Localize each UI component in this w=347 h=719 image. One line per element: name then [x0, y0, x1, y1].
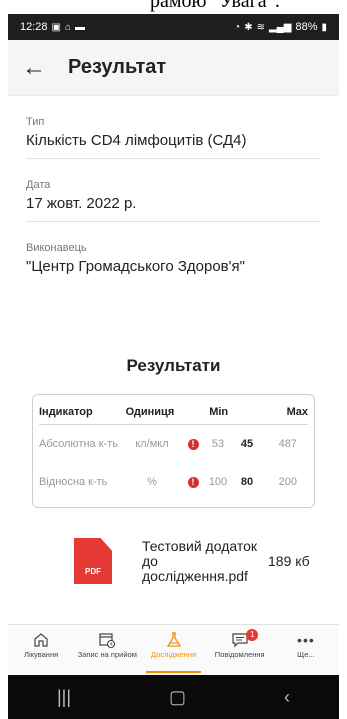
nav-label: Лікування	[24, 650, 59, 659]
result-details: Тип Кількість CD4 лімфоцитів (СД4) Дата …	[8, 96, 339, 584]
row-indicator: Абсолютна к-ть	[39, 438, 118, 450]
row-max: 200	[278, 476, 297, 488]
bottom-navigation: Лікування Запис на прийом Дослідження 1 …	[8, 624, 339, 675]
warning-icon: !	[183, 438, 203, 450]
back-arrow-icon[interactable]: ←	[22, 54, 54, 82]
nav-item-more[interactable]: ••• Ще...	[273, 625, 339, 675]
header-indicator: Індикатор	[39, 405, 93, 418]
nav-item-messages[interactable]: 1 Повідомлення	[207, 625, 273, 675]
home-notification-icon: ⌂	[64, 21, 72, 33]
header-unit: Одиниця	[125, 405, 175, 418]
nav-label: Дослідження	[150, 650, 197, 659]
field-type-label: Тип	[26, 116, 45, 128]
header-max: Max	[286, 405, 308, 418]
more-icon: •••	[297, 632, 315, 648]
nav-label: Ще...	[297, 650, 315, 659]
caption-fragment: рамою "Увага".	[0, 0, 347, 14]
nav-label: Запис на прийом	[77, 650, 137, 659]
nav-item-research[interactable]: Дослідження	[140, 625, 206, 675]
signal-icon: ▂▄▆	[268, 21, 292, 33]
row-indicator: Відносна к-ть	[39, 476, 108, 488]
alarm-icon: ◔	[234, 21, 241, 33]
field-date: Дата 17 жовт. 2022 р.	[26, 159, 321, 222]
house-icon	[32, 631, 50, 649]
notification-badge: 1	[246, 629, 259, 641]
results-table: Індикатор Одиниця Min Max Абсолютна к-ть…	[32, 394, 315, 508]
field-performer-label: Виконавець	[26, 242, 87, 254]
row-min: 100	[208, 476, 228, 488]
table-row: Абсолютна к-ть кл/мкл ! 53 45 487	[39, 425, 308, 463]
field-date-label: Дата	[26, 179, 51, 191]
results-title: Результати	[126, 356, 221, 375]
pdf-file-icon: PDF	[74, 538, 112, 584]
row-value: 80	[240, 476, 254, 488]
attachment-size: 189 кб	[268, 553, 310, 569]
battery-percent: 88%	[295, 21, 318, 33]
field-performer: Виконавець "Центр Громадського Здоров'я"	[26, 222, 321, 284]
bluetooth-icon: ✱	[244, 21, 253, 33]
row-min: 53	[211, 438, 225, 450]
status-bar: 12:28 ▣ ⌂ ▬ ◔ ✱ ≋ ▂▄▆ 88% ▮	[8, 14, 339, 40]
table-header: Індикатор Одиниця Min Max	[39, 399, 308, 425]
warning-icon: !	[183, 476, 203, 488]
system-back-icon[interactable]: ‹	[284, 687, 290, 708]
gallery-icon: ▣	[51, 21, 61, 33]
flask-icon	[165, 631, 183, 649]
nav-label: Повідомлення	[214, 650, 265, 659]
row-unit: %	[147, 476, 157, 488]
status-time: 12:28	[20, 21, 48, 33]
calendar-clock-icon	[98, 631, 116, 649]
nav-item-appointment[interactable]: Запис на прийом	[74, 625, 140, 675]
row-max: 487	[278, 438, 297, 450]
battery-icon: ▮	[321, 21, 327, 33]
attachment-name[interactable]: Тестовий додаток до дослідження.pdf	[142, 538, 262, 584]
home-button-icon[interactable]: ▢	[169, 687, 186, 708]
message-notification-icon: ▬	[75, 21, 86, 33]
field-date-value: 17 жовт. 2022 р.	[26, 195, 321, 222]
phone-screen: 12:28 ▣ ⌂ ▬ ◔ ✱ ≋ ▂▄▆ 88% ▮ ← Результат …	[8, 14, 339, 719]
row-value: 45	[240, 438, 254, 450]
field-type-value: Кількість CD4 лімфоцитів (СД4)	[26, 132, 321, 159]
nav-item-treatment[interactable]: Лікування	[8, 625, 74, 675]
recent-apps-icon[interactable]: |||	[57, 687, 71, 708]
attachment-item[interactable]: PDF Тестовий додаток до дослідження.pdf …	[26, 538, 321, 584]
app-bar: ← Результат	[8, 40, 339, 96]
page-title: Результат	[68, 56, 167, 78]
field-performer-value: "Центр Громадського Здоров'я"	[26, 258, 245, 275]
field-type: Тип Кількість CD4 лімфоцитів (СД4)	[26, 96, 321, 159]
header-min: Min	[209, 405, 229, 418]
wifi-icon: ≋	[256, 21, 265, 33]
table-row: Відносна к-ть % ! 100 80 200	[39, 463, 308, 501]
system-navigation-bar: ||| ▢ ‹	[8, 675, 339, 719]
row-unit: кл/мкл	[135, 438, 169, 450]
